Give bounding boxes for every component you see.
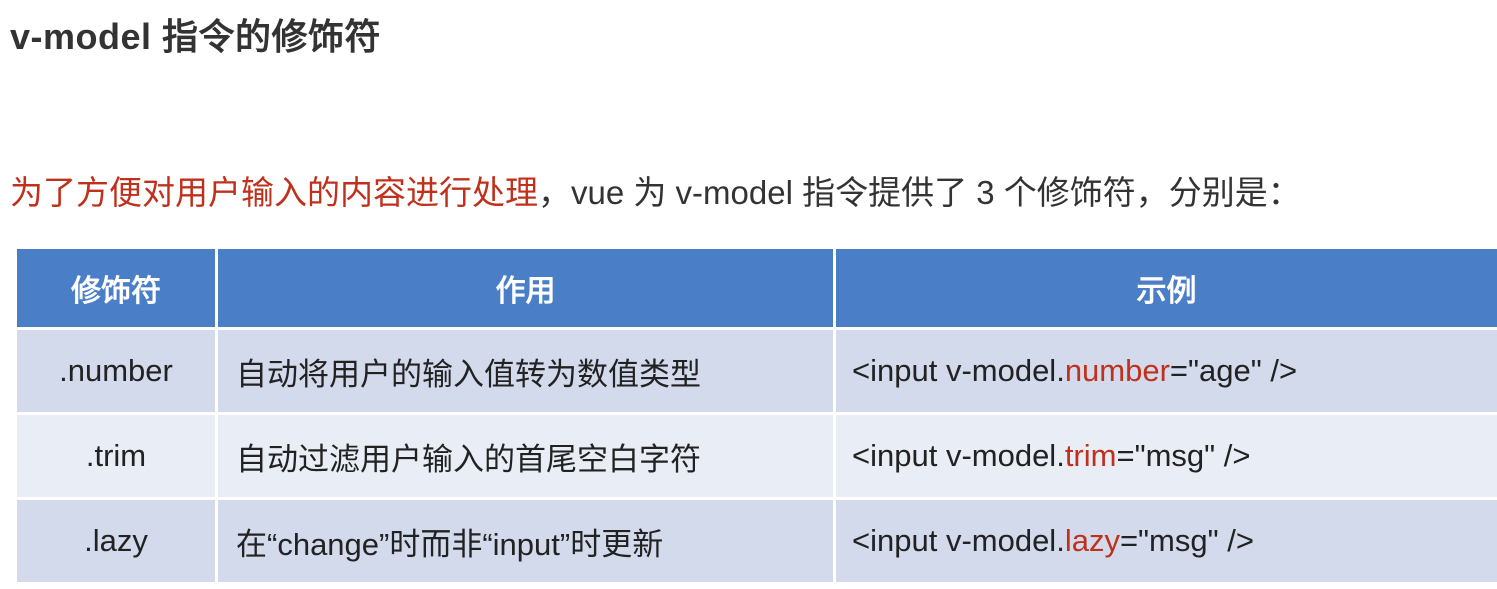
intro-rest: ，vue 为 v-model 指令提供了 3 个修饰符，分别是：: [538, 174, 1301, 211]
example-suffix: ="msg" />: [1116, 438, 1251, 473]
effect-cell: 自动将用户的输入值转为数值类型: [215, 327, 836, 415]
intro-highlight: 为了方便对用户输入的内容进行处理: [10, 174, 538, 211]
modifier-cell: .trim: [14, 412, 218, 500]
example-cell: <input v-model.number="age" />: [833, 327, 1497, 415]
example-suffix: ="msg" />: [1119, 523, 1254, 558]
example-modifier: lazy: [1064, 523, 1120, 558]
example-cell: <input v-model.lazy="msg" />: [833, 497, 1497, 585]
header-effect: 作用: [215, 246, 836, 330]
effect-cell: 自动过滤用户输入的首尾空白字符: [215, 412, 836, 500]
slide-title: v-model 指令的修饰符: [10, 16, 382, 57]
example-prefix: <input v-model.: [852, 523, 1065, 558]
effect-cell: 在“change”时而非“input”时更新: [215, 497, 836, 585]
example-modifier: number: [1064, 353, 1170, 388]
example-prefix: <input v-model.: [852, 438, 1065, 473]
example-modifier: trim: [1064, 438, 1117, 473]
header-example: 示例: [833, 246, 1497, 330]
example-cell: <input v-model.trim="msg" />: [833, 412, 1497, 500]
modifier-cell: .number: [14, 327, 218, 415]
modifier-cell: .lazy: [14, 497, 218, 585]
table-row: .number 自动将用户的输入值转为数值类型 <input v-model.n…: [14, 327, 1497, 415]
header-modifier: 修饰符: [14, 246, 218, 330]
table-header-row: 修饰符 作用 示例: [14, 246, 1497, 330]
example-suffix: ="age" />: [1169, 353, 1298, 388]
example-prefix: <input v-model.: [852, 353, 1065, 388]
table-row: .lazy 在“change”时而非“input”时更新 <input v-mo…: [14, 497, 1497, 585]
table-row: .trim 自动过滤用户输入的首尾空白字符 <input v-model.tri…: [14, 412, 1497, 500]
modifiers-table: 修饰符 作用 示例 .number 自动将用户的输入值转为数值类型 <input…: [14, 246, 1497, 585]
intro-sentence: 为了方便对用户输入的内容进行处理，vue 为 v-model 指令提供了 3 个…: [10, 166, 1301, 214]
